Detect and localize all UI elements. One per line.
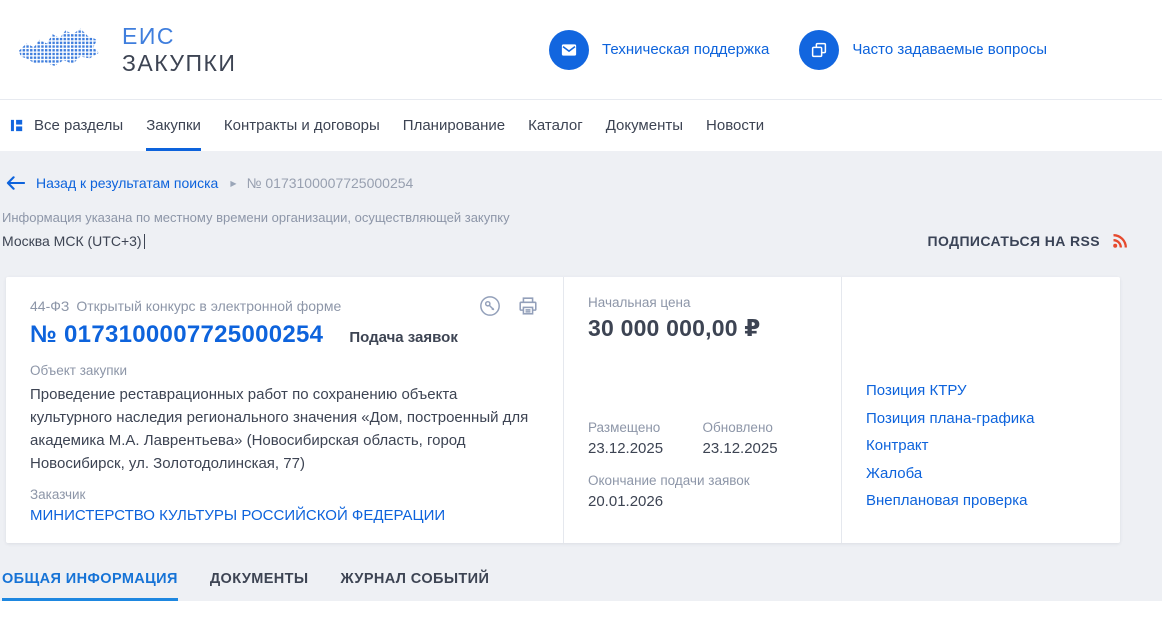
updated-date-cell: Обновлено 23.12.2025 [703,420,818,457]
faq-link[interactable]: Часто задаваемые вопросы [799,30,1047,70]
notice-price-column: Начальная цена 30 000 000,00 ₽ Размещено… [563,277,841,543]
back-arrow-icon[interactable] [6,176,25,190]
rss-icon [1112,233,1128,249]
print-icon[interactable] [517,295,539,317]
notice-stage: Подача заявок [349,329,458,346]
customer-label: Заказчик [30,487,539,503]
notice-number: № 0173100007725000254 [30,321,323,349]
nav-item-catalog[interactable]: Каталог [528,100,583,151]
deadline-label: Окончание подачи заявок [588,473,817,489]
sections-grid-icon [10,118,25,133]
back-to-results-link[interactable]: Назад к результатам поиска [36,175,218,191]
nav-item-news[interactable]: Новости [706,100,764,151]
nav-item-zakupki[interactable]: Закупки [146,100,201,151]
page-body: Назад к результатам поиска ▶ № 017310000… [0,151,1162,624]
object-label: Объект закупки [30,363,539,379]
link-ktru-position[interactable]: Позиция КТРУ [866,383,1096,399]
faq-icon [799,30,839,70]
breadcrumb: Назад к результатам поиска ▶ № 017310000… [0,151,1162,191]
tab-general-info[interactable]: ОБЩАЯ ИНФОРМАЦИЯ [2,571,178,601]
faq-label: Часто задаваемые вопросы [852,41,1047,58]
russia-map-icon [12,23,104,77]
notice-main-column: 44-ФЗ Открытый конкурс в электронной фор… [6,277,563,543]
price-value: 30 000 000,00 ₽ [588,315,817,342]
timezone-value: Москва МСК (UTC+3) [2,233,142,249]
main-nav: Все разделы Закупки Контракты и договоры… [0,100,1162,151]
notice-number-row: № 0173100007725000254 Подача заявок [30,321,539,349]
object-text: Проведение реставрационных работ по сохр… [30,383,535,475]
nav-all-sections[interactable]: Все разделы [10,100,123,151]
placed-label: Размещено [588,420,703,436]
signature-key-icon[interactable] [479,295,501,317]
law-tag: 44-ФЗ [30,298,69,314]
eis-logo[interactable]: ЕИС ЗАКУПКИ [12,23,236,77]
notice-links-column: Позиция КТРУ Позиция плана-графика Контр… [841,277,1120,543]
logo-line1: ЕИС [122,23,236,50]
timezone-note-line1: Информация указана по местному времени о… [2,208,510,228]
note-row: Информация указана по местному времени о… [0,191,1162,249]
timezone-note-line2: Москва МСК (UTC+3) [2,233,510,249]
customer-link[interactable]: МИНИСТЕРСТВО КУЛЬТУРЫ РОССИЙСКОЙ ФЕДЕРАЦ… [30,507,445,524]
placed-date-cell: Размещено 23.12.2025 [588,420,703,457]
deadline-date: 20.01.2026 [588,493,817,510]
rss-subscribe[interactable]: ПОДПИСАТЬСЯ НА RSS [928,233,1128,249]
notice-type-row: 44-ФЗ Открытый конкурс в электронной фор… [30,295,539,317]
tab-event-log[interactable]: ЖУРНАЛ СОБЫТИЙ [341,571,490,601]
breadcrumb-separator-icon: ▶ [230,179,236,188]
nav-item-contracts[interactable]: Контракты и договоры [224,100,380,151]
rss-subscribe-label: ПОДПИСАТЬСЯ НА RSS [928,233,1100,249]
notice-card: 44-ФЗ Открытый конкурс в электронной фор… [6,277,1120,543]
logo-text: ЕИС ЗАКУПКИ [122,23,236,77]
deadline-cell: Окончание подачи заявок 20.01.2026 [588,473,817,510]
tech-support-label: Техническая поддержка [602,41,769,58]
nav-item-planning[interactable]: Планирование [403,100,505,151]
placed-date: 23.12.2025 [588,440,703,457]
breadcrumb-current: № 0173100007725000254 [246,175,413,191]
nav-item-documents[interactable]: Документы [606,100,683,151]
timezone-note: Информация указана по местному времени о… [2,208,510,249]
procedure-type: Открытый конкурс в электронной форме [76,298,341,314]
tech-support-link[interactable]: Техническая поддержка [549,30,769,70]
header-links: Техническая поддержка Часто задаваемые в… [549,30,1047,70]
nav-all-sections-label: Все разделы [34,117,123,134]
tab-documents[interactable]: ДОКУМЕНТЫ [210,571,309,601]
updated-date: 23.12.2025 [703,440,818,457]
link-complaint[interactable]: Жалоба [866,466,1096,482]
app-header: ЕИС ЗАКУПКИ Техническая поддержка Часто … [0,0,1162,100]
tab-bar: ОБЩАЯ ИНФОРМАЦИЯ ДОКУМЕНТЫ ЖУРНАЛ СОБЫТИ… [2,571,1162,601]
text-cursor [144,234,146,249]
price-label: Начальная цена [588,295,817,311]
notice-action-icons [479,295,539,317]
envelope-icon [549,30,589,70]
updated-label: Обновлено [703,420,818,436]
dates-row: Размещено 23.12.2025 Обновлено 23.12.202… [588,420,817,457]
link-unscheduled-inspection[interactable]: Внеплановая проверка [866,493,1096,509]
logo-line2: ЗАКУПКИ [122,50,236,77]
link-contract[interactable]: Контракт [866,438,1096,454]
link-plan-schedule-position[interactable]: Позиция плана-графика [866,411,1096,427]
tab-content-area [0,601,1162,624]
